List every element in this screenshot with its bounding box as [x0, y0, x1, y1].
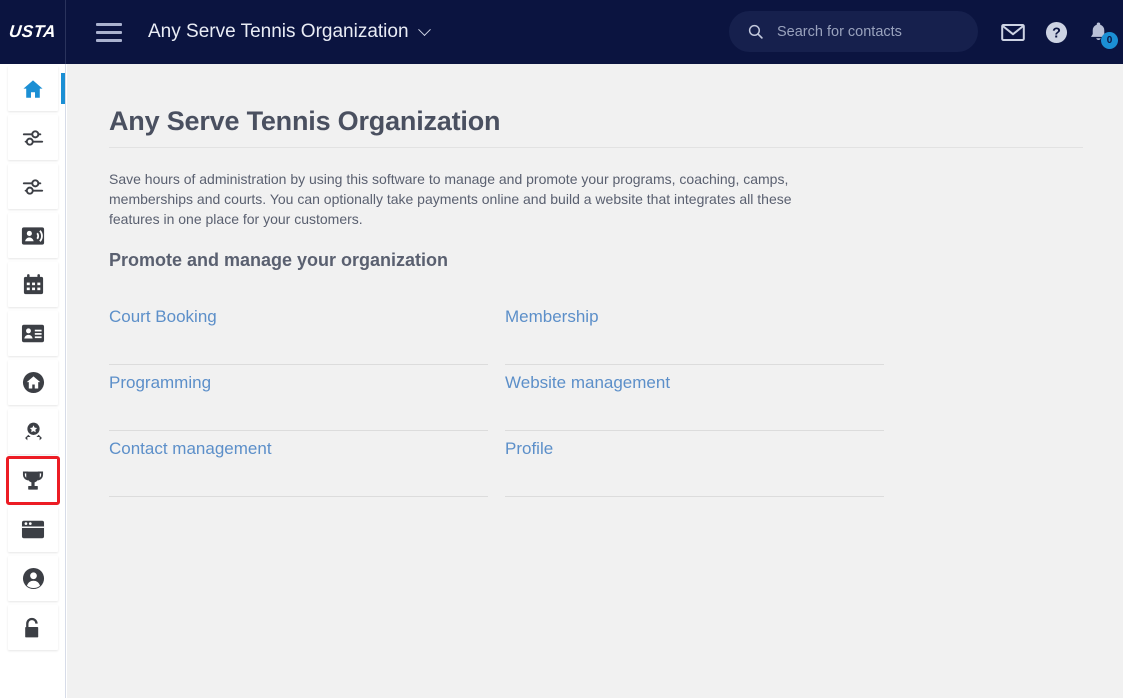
sidebar-item-profile[interactable] — [0, 554, 65, 603]
help-icon-glyph: ? — [1045, 21, 1068, 43]
link-profile[interactable]: Profile — [505, 439, 553, 459]
bell-icon[interactable]: 0 — [1088, 21, 1118, 49]
mail-icon-glyph — [1001, 23, 1025, 41]
active-indicator — [61, 73, 65, 104]
search-box[interactable] — [729, 11, 978, 52]
home-icon — [23, 79, 43, 98]
sidebar-card — [8, 360, 58, 405]
sidebar-item-settings-1[interactable] — [0, 113, 65, 162]
id-card-icon — [21, 324, 45, 343]
sidebar-item-calendar[interactable] — [0, 260, 65, 309]
contact-phone-icon — [21, 226, 45, 245]
sliders-icon — [22, 178, 44, 195]
sidebar-card — [8, 556, 58, 601]
user-circle-icon — [22, 567, 44, 590]
link-court-booking[interactable]: Court Booking — [109, 307, 217, 327]
usta-logo[interactable]: USTA — [0, 0, 66, 64]
sidebar-item-facility[interactable] — [0, 358, 65, 407]
hamburger-bar — [96, 38, 122, 42]
link-cell: Programming — [109, 365, 488, 431]
link-website-management[interactable]: Website management — [505, 373, 670, 393]
usta-logo-text: USTA — [8, 22, 58, 41]
page-title: Any Serve Tennis Organization — [109, 106, 501, 136]
trophy-icon — [22, 470, 44, 490]
sidebar-item-permissions[interactable] — [0, 603, 65, 652]
link-programming[interactable]: Programming — [109, 373, 211, 393]
mail-icon[interactable] — [1001, 23, 1025, 42]
hamburger-menu-icon[interactable] — [86, 0, 132, 64]
sidebar-item-settings-2[interactable] — [0, 162, 65, 211]
browser-window-icon — [21, 520, 45, 539]
link-membership[interactable]: Membership — [505, 307, 599, 327]
link-cell: Website management — [505, 365, 884, 431]
left-sidebar — [0, 64, 66, 698]
title-divider — [109, 147, 1083, 148]
calendar-icon — [23, 274, 43, 295]
sidebar-card — [8, 213, 58, 258]
sidebar-item-home[interactable] — [0, 64, 65, 113]
sidebar-card — [8, 605, 58, 650]
sidebar-card — [8, 66, 58, 111]
organization-selector[interactable]: Any Serve Tennis Organization — [148, 21, 431, 43]
sidebar-card-highlighted — [6, 456, 60, 505]
link-contact-management[interactable]: Contact management — [109, 439, 272, 459]
sidebar-item-contact-card[interactable] — [0, 309, 65, 358]
award-medal-icon — [24, 422, 42, 441]
top-header: USTA Any Serve Tennis Organization ? — [0, 0, 1123, 64]
sidebar-card — [8, 409, 58, 454]
home-circle-icon — [22, 371, 44, 394]
search-icon — [748, 24, 763, 39]
sidebar-item-awards[interactable] — [0, 407, 65, 456]
sidebar-card — [8, 507, 58, 552]
section-heading: Promote and manage your organization — [109, 250, 449, 270]
link-cell: Court Booking — [109, 299, 488, 365]
header-icon-group: ? 0 — [1001, 0, 1118, 64]
sidebar-card — [8, 311, 58, 356]
svg-text:?: ? — [1052, 25, 1061, 41]
link-cell: Profile — [505, 431, 884, 497]
main-content: Any Serve Tennis Organization Save hours… — [67, 64, 1123, 698]
sidebar-item-contact-call[interactable] — [0, 211, 65, 260]
sliders-icon — [22, 129, 44, 146]
sidebar-card — [8, 262, 58, 307]
hamburger-bar — [96, 22, 122, 26]
sidebar-item-website[interactable] — [0, 505, 65, 554]
sidebar-card — [8, 115, 58, 160]
sidebar-card — [8, 164, 58, 209]
link-cell: Membership — [505, 299, 884, 365]
notification-badge: 0 — [1101, 31, 1118, 49]
unlock-padlock-icon — [25, 617, 39, 637]
help-icon[interactable]: ? — [1045, 21, 1068, 44]
hamburger-bar — [96, 30, 122, 34]
sidebar-item-tournaments[interactable] — [0, 456, 65, 505]
intro-paragraph: Save hours of administration by using th… — [109, 171, 792, 227]
feature-link-grid: Court Booking Membership Programming Web… — [109, 299, 884, 497]
search-input[interactable] — [777, 23, 967, 40]
chevron-down-icon — [417, 22, 431, 36]
organization-name: Any Serve Tennis Organization — [148, 21, 409, 42]
link-cell: Contact management — [109, 431, 488, 497]
